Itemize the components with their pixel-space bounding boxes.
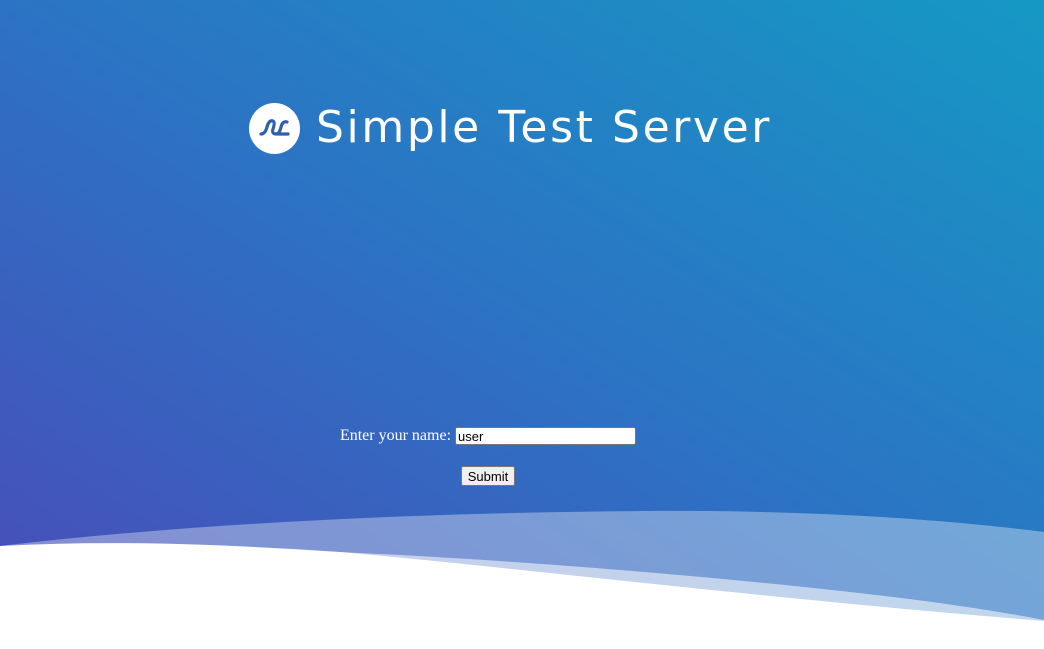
brand-header: Simple Test Server <box>249 100 772 156</box>
name-form: Enter your name: Submit <box>0 424 976 486</box>
page: Simple Test Server Enter your name: Subm… <box>0 0 1044 649</box>
page-title: Simple Test Server <box>316 102 772 153</box>
name-label: Enter your name: <box>339 427 452 444</box>
submit-row: Submit <box>0 466 976 486</box>
name-row: Enter your name: <box>0 424 976 448</box>
submit-button[interactable]: Submit <box>460 466 516 486</box>
wave-logo-icon <box>249 102 300 154</box>
name-input[interactable] <box>455 427 637 445</box>
hero-background <box>0 0 1044 649</box>
